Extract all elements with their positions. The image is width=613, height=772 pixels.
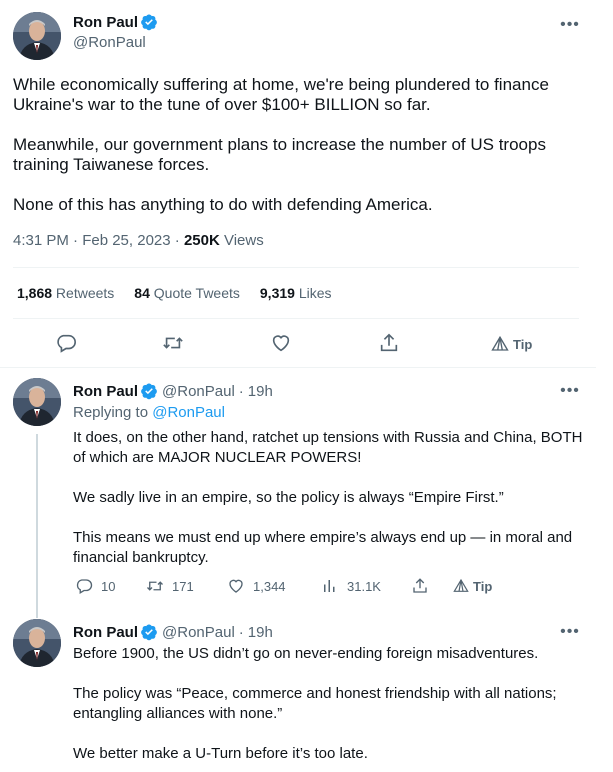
tip-button[interactable]: Tip — [491, 335, 532, 353]
reply-text: It does, on the other hand, ratchet up t… — [73, 428, 583, 568]
author-row: Ron Paul — [73, 13, 158, 31]
retweet-button[interactable]: 171 — [146, 577, 194, 595]
likes-stat[interactable]: 9,319 Likes — [260, 285, 332, 301]
replying-to: Replying to @RonPaul — [73, 404, 225, 421]
engagement-stats: 1,868 Retweets 84 Quote Tweets 9,319 Lik… — [17, 285, 352, 301]
avatar[interactable] — [13, 619, 61, 667]
tweet-paragraph: The policy was “Peace, commerce and hone… — [73, 685, 557, 722]
author-name[interactable]: Ron Paul — [73, 383, 138, 400]
author-name[interactable]: Ron Paul — [73, 14, 138, 31]
tweet-timestamp: 4:31 PM · Feb 25, 2023 · 250K Views — [13, 232, 264, 249]
quotes-count: 84 — [134, 285, 150, 301]
replying-to-link[interactable]: @RonPaul — [152, 404, 225, 421]
timestamp-text[interactable]: 4:31 PM · Feb 25, 2023 · — [13, 232, 184, 249]
tweet-paragraph: While economically suffering at home, we… — [13, 75, 549, 114]
share-button[interactable] — [411, 577, 429, 595]
verified-badge-icon — [140, 382, 158, 400]
retweet-icon — [162, 332, 184, 354]
divider — [13, 318, 579, 319]
tweet-paragraph: Meanwhile, our government plans to incre… — [13, 135, 546, 174]
retweet-button[interactable] — [162, 332, 184, 354]
views-count: 31.1K — [347, 578, 381, 594]
reply-button[interactable]: 10 — [75, 577, 115, 595]
reply-count: 10 — [101, 578, 116, 594]
separator-dot: · — [238, 382, 244, 400]
divider — [13, 267, 579, 268]
verified-badge-icon — [140, 623, 158, 641]
divider — [0, 367, 596, 368]
views-button[interactable]: 31.1K — [321, 577, 381, 595]
tweet-text: While economically suffering at home, we… — [13, 75, 583, 215]
tip-icon — [453, 578, 469, 594]
replying-prefix: Replying to — [73, 404, 153, 421]
quote-tweets-stat[interactable]: 84 Quote Tweets — [134, 285, 240, 301]
more-options-icon[interactable]: ••• — [560, 17, 580, 40]
share-icon — [411, 577, 429, 595]
like-icon — [227, 577, 245, 595]
share-icon — [378, 332, 400, 354]
author-row: Ron Paul @RonPaul · 19h — [73, 623, 273, 641]
reply-tweet[interactable]: Ron Paul @RonPaul · 19h ••• Before 1900,… — [0, 619, 596, 772]
author-handle[interactable]: @RonPaul — [162, 624, 235, 641]
retweet-icon — [146, 577, 164, 595]
reply-tweet[interactable]: Ron Paul @RonPaul · 19h ••• Replying to … — [0, 378, 596, 608]
avatar[interactable] — [13, 378, 61, 426]
retweets-count: 1,868 — [17, 285, 53, 301]
like-button[interactable] — [270, 332, 292, 354]
verified-badge-icon — [140, 13, 158, 31]
reply-icon — [75, 577, 93, 595]
views-label: Views — [219, 232, 264, 249]
like-button[interactable]: 1,344 — [227, 577, 286, 595]
tweet-paragraph: We better make a U-Turn before it’s too … — [73, 745, 368, 762]
author-row: Ron Paul @RonPaul · 19h — [73, 382, 273, 400]
tweet-paragraph: We sadly live in an empire, so the polic… — [73, 489, 504, 506]
like-icon — [270, 332, 292, 354]
likes-label: Likes — [294, 285, 332, 301]
views-icon — [321, 577, 339, 595]
quotes-label: Quote Tweets — [149, 285, 240, 301]
retweet-count: 171 — [172, 578, 194, 594]
tip-button[interactable]: Tip — [453, 578, 492, 594]
reply-icon — [55, 332, 77, 354]
tip-icon — [491, 335, 509, 353]
tweet-paragraph: Before 1900, the US didn’t go on never-e… — [73, 645, 539, 662]
share-button[interactable] — [378, 332, 400, 354]
reply-text: Before 1900, the US didn’t go on never-e… — [73, 644, 583, 764]
more-options-icon[interactable]: ••• — [560, 383, 580, 406]
reply-time[interactable]: 19h — [248, 624, 273, 641]
likes-count: 9,319 — [259, 285, 295, 301]
reply-button[interactable] — [55, 332, 77, 354]
tip-label: Tip — [473, 578, 493, 594]
tweet-thread-page: Ron Paul @RonPaul ••• While economically… — [0, 0, 613, 772]
avatar[interactable] — [13, 12, 61, 60]
author-handle[interactable]: @RonPaul — [73, 34, 146, 51]
author-name[interactable]: Ron Paul — [73, 624, 138, 641]
tweet-paragraph: None of this has anything to do with def… — [13, 195, 433, 214]
reply-time[interactable]: 19h — [248, 383, 273, 400]
tip-label: Tip — [513, 336, 533, 352]
retweets-label: Retweets — [52, 285, 115, 301]
tweet-paragraph: This means we must end up where empire’s… — [73, 529, 573, 566]
separator-dot: · — [238, 623, 244, 641]
views-count: 250K — [183, 232, 220, 249]
tweet-paragraph: It does, on the other hand, ratchet up t… — [73, 429, 583, 466]
author-handle[interactable]: @RonPaul — [162, 383, 235, 400]
retweets-stat[interactable]: 1,868 Retweets — [17, 285, 114, 301]
like-count: 1,344 — [253, 578, 286, 594]
